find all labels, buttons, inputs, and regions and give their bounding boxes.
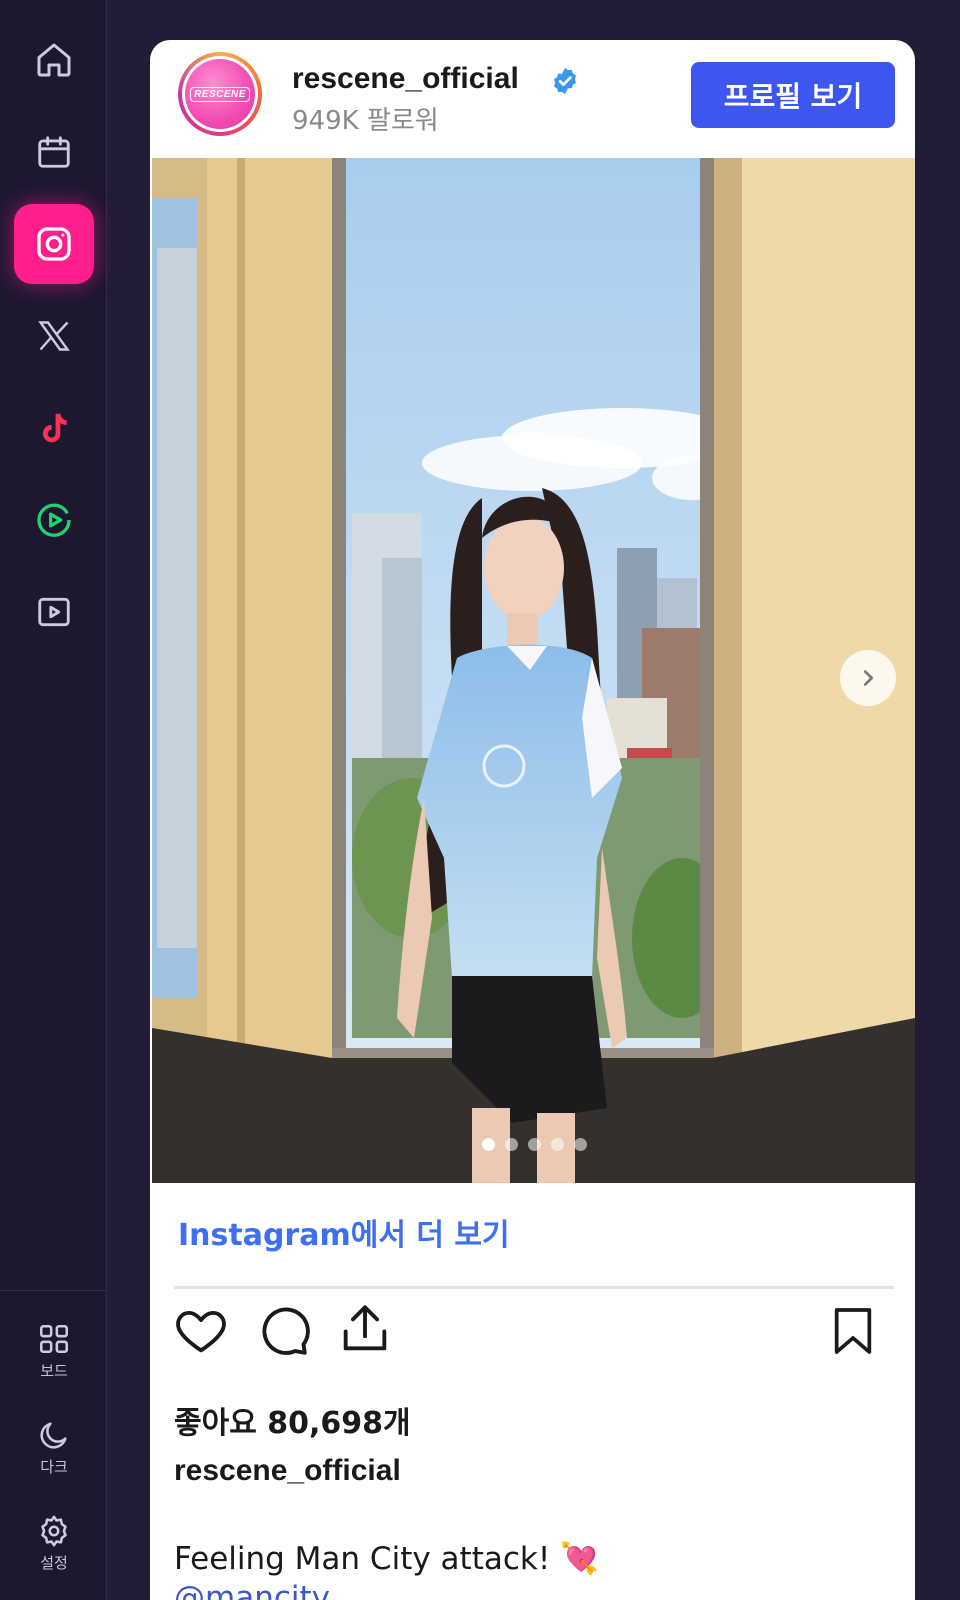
- sidebar-item-play[interactable]: [14, 480, 94, 560]
- brand-logo: RESCENE: [190, 86, 250, 102]
- carousel-dot: [551, 1138, 564, 1151]
- carousel-dot: [574, 1138, 587, 1151]
- x-twitter-icon: [38, 321, 70, 351]
- sidebar-item-tiktok[interactable]: [14, 388, 94, 468]
- follower-count: 949K 팔로워: [292, 106, 439, 136]
- sidebar-item-calendar[interactable]: [14, 112, 94, 192]
- caption-username[interactable]: rescene_official: [174, 1454, 401, 1488]
- heart-icon[interactable]: [172, 1302, 230, 1360]
- photo-illustration: [152, 158, 915, 1183]
- post-photo[interactable]: [152, 158, 915, 1183]
- bookmark-icon[interactable]: [825, 1302, 881, 1360]
- view-more-on-instagram-link[interactable]: Instagram에서 더 보기: [178, 1210, 510, 1254]
- comment-icon[interactable]: [254, 1302, 312, 1360]
- verified-badge-icon: [554, 67, 576, 95]
- chevron-right-icon: [863, 670, 874, 686]
- sidebar-item-board[interactable]: 보드: [14, 1322, 94, 1406]
- avatar[interactable]: RESCENE: [178, 52, 262, 136]
- avatar-image: RESCENE: [185, 59, 255, 129]
- post-username[interactable]: rescene_official: [292, 62, 519, 96]
- sidebar: 보드 다크 설정: [0, 0, 107, 1600]
- instagram-icon: [37, 227, 71, 261]
- sidebar-divider: [0, 1290, 106, 1291]
- divider: [174, 1286, 894, 1289]
- calendar-icon: [38, 136, 70, 168]
- sidebar-item-home[interactable]: [14, 20, 94, 100]
- view-profile-button[interactable]: 프로필 보기: [691, 62, 895, 128]
- sidebar-item-x[interactable]: [14, 296, 94, 376]
- sidebar-item-settings[interactable]: 설정: [14, 1514, 94, 1598]
- home-icon: [37, 43, 71, 77]
- play-circle-icon: [37, 503, 71, 537]
- post-header: RESCENE rescene_official 949K 팔로워 프로필 보기: [150, 40, 915, 158]
- like-count: 좋아요 80,698개: [174, 1406, 411, 1441]
- gear-icon: [41, 1515, 67, 1547]
- instagram-post-card: RESCENE rescene_official 949K 팔로워 프로필 보기: [150, 40, 915, 1600]
- sidebar-item-label: 설정: [40, 1554, 68, 1572]
- carousel-next-button[interactable]: [840, 650, 896, 706]
- carousel-dot: [528, 1138, 541, 1151]
- tiktok-icon: [42, 413, 67, 443]
- sidebar-item-instagram[interactable]: [14, 204, 94, 284]
- grid-icon: [39, 1324, 69, 1354]
- video-player-icon: [38, 597, 70, 627]
- moon-icon: [40, 1422, 67, 1449]
- sidebar-item-dark-mode[interactable]: 다크: [14, 1418, 94, 1502]
- post-caption: Feeling Man City attack! 💘: [174, 1541, 599, 1577]
- mention-link[interactable]: @mancity: [174, 1580, 330, 1600]
- carousel-indicator: [482, 1138, 587, 1152]
- sidebar-item-video[interactable]: [14, 572, 94, 652]
- sidebar-item-label: 보드: [40, 1362, 68, 1380]
- share-icon[interactable]: [336, 1300, 394, 1358]
- carousel-dot: [482, 1138, 495, 1151]
- carousel-dot: [505, 1138, 518, 1151]
- sidebar-item-label: 다크: [40, 1458, 68, 1476]
